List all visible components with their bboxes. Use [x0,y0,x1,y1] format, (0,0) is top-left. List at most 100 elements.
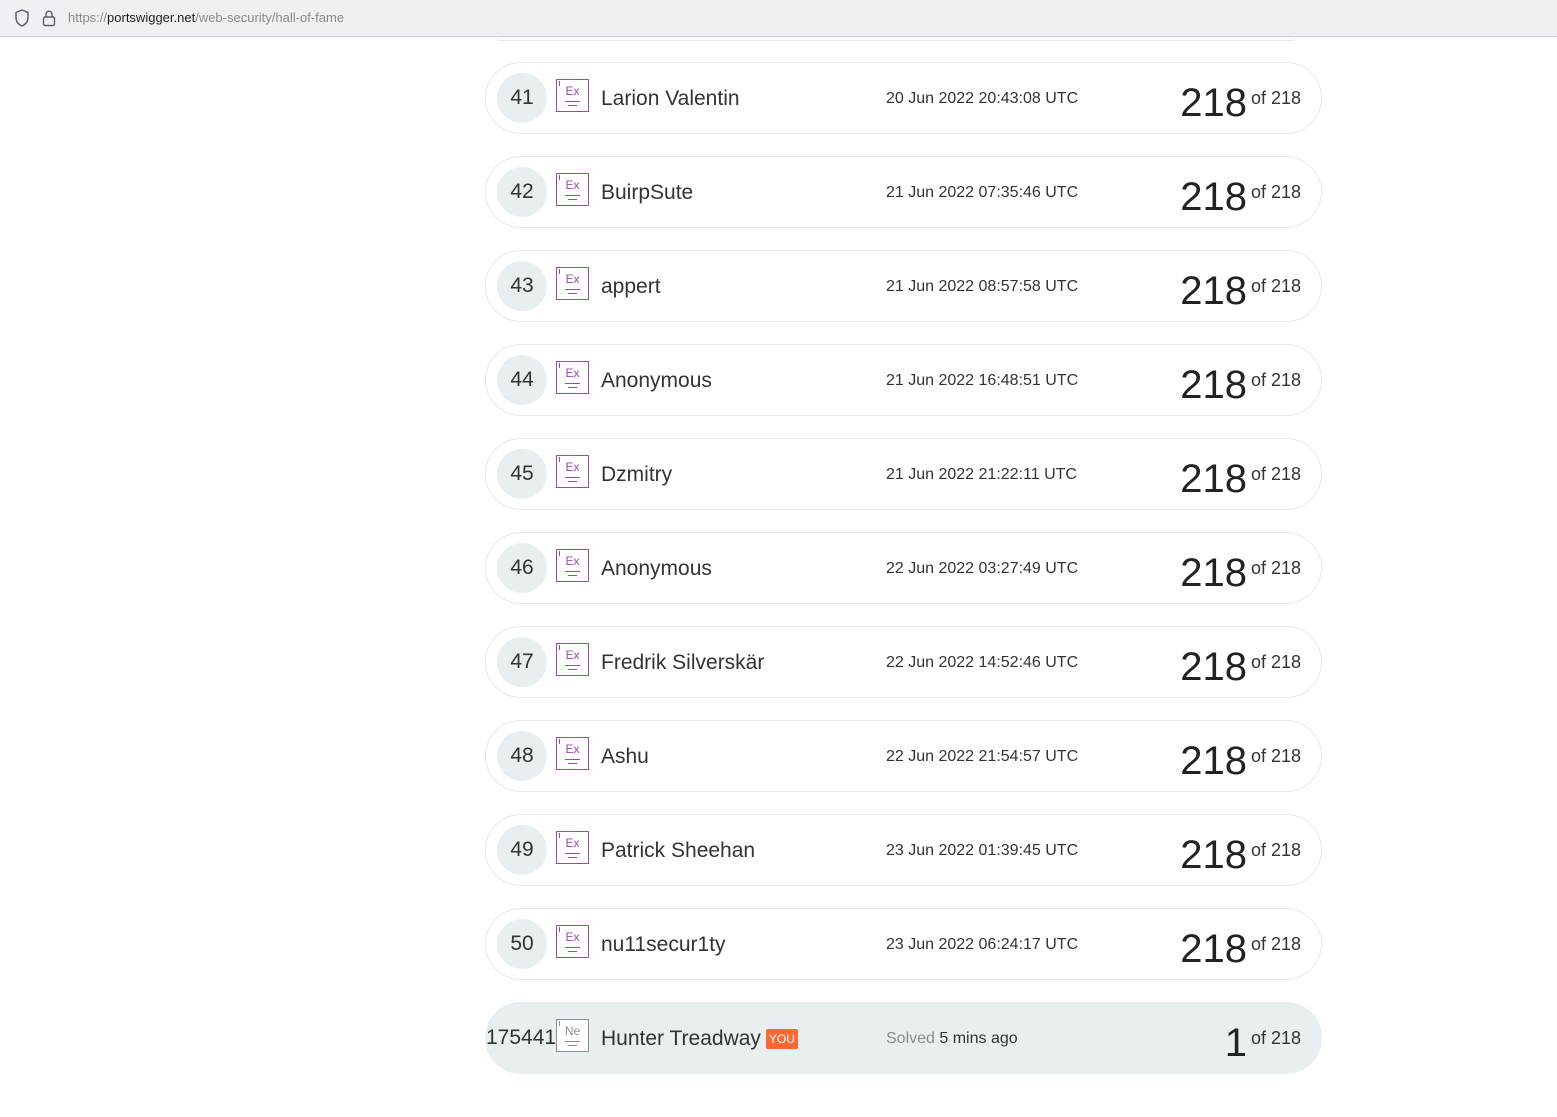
completion-date: 21 Jun 2022 21:22:11 UTC [886,466,1077,483]
leaderboard-row: 42 Ex BuirpSute 21 Jun 2022 07:35:46 UTC… [485,156,1322,228]
expert-badge-icon: Ex [556,455,589,488]
leaderboard-row: 47 Ex Fredrik Silverskär 22 Jun 2022 14:… [485,626,1322,698]
completion-date: 22 Jun 2022 21:54:57 UTC [886,748,1079,765]
rank-number: 46 [497,543,547,593]
solved-count: 218 [1180,833,1247,877]
solved-count: 218 [1180,457,1247,501]
shield-icon[interactable] [14,9,30,27]
user-name: Anonymous [601,557,712,580]
badge-symbol: Ex [565,366,580,380]
solved-count: 1 [1224,1021,1247,1065]
badge-symbol: Ex [565,272,580,286]
leaderboard-row: 50 Ex nu11secur1ty 23 Jun 2022 06:24:17 … [485,908,1322,980]
you-badge: YOU [765,1029,798,1049]
user-name: Fredrik Silverskär [601,651,765,674]
user-name: Hunter Treadway YOU [601,1027,798,1051]
url-scheme: https:// [68,10,108,25]
user-name: Dzmitry [601,463,673,486]
expert-badge-icon: Ex [556,643,589,676]
previous-row-edge [495,37,1297,41]
rank-number: 175441 [486,1026,557,1049]
badge-symbol: Ne [564,1024,581,1038]
url-host: portswigger.net [107,10,196,25]
solved-count: 218 [1180,269,1247,313]
completion-date: 21 Jun 2022 07:35:46 UTC [886,184,1079,201]
user-name: appert [601,275,661,298]
badge-symbol: Ex [565,460,580,474]
total-count: of 218 [1250,464,1301,484]
score: 218 of 218 [1180,263,1301,314]
leaderboard-row: 41 Ex Larion Valentin 20 Jun 2022 20:43:… [485,62,1322,134]
user-name: Larion Valentin [601,87,740,110]
completion-date: 21 Jun 2022 08:57:58 UTC [886,278,1079,295]
total-count: of 218 [1250,276,1301,296]
completion-date: 21 Jun 2022 16:48:51 UTC [886,372,1079,389]
url-text[interactable]: https://portswigger.net/web-security/hal… [68,10,344,26]
solved-count: 218 [1180,927,1247,971]
score: 1 of 218 [1225,1015,1301,1066]
rank-number: 48 [497,731,547,781]
leaderboard-row: 45 Ex Dzmitry 21 Jun 2022 21:22:11 UTC 2… [485,438,1322,510]
total-count: of 218 [1250,1028,1301,1048]
rank-number: 42 [497,167,547,217]
novice-badge-icon: Ne [556,1019,589,1052]
expert-badge-icon: Ex [556,79,589,112]
completion-date: 23 Jun 2022 06:24:17 UTC [886,936,1079,953]
user-name-text: Hunter Treadway [601,1027,761,1050]
expert-badge-icon: Ex [556,831,589,864]
url-path: /web-security/hall-of-fame [195,10,345,25]
total-count: of 218 [1250,558,1301,578]
expert-badge-icon: Ex [556,925,589,958]
user-name: Patrick Sheehan [601,839,756,862]
score: 218 of 218 [1180,921,1301,972]
leaderboard-row: 48 Ex Ashu 22 Jun 2022 21:54:57 UTC 218 o… [485,720,1322,792]
leaderboard-row: 49 Ex Patrick Sheehan 23 Jun 2022 01:39:… [485,814,1322,886]
rank-number: 44 [497,355,547,405]
badge-symbol: Ex [565,554,580,568]
score: 218 of 218 [1180,357,1301,408]
expert-badge-icon: Ex [556,361,589,394]
badge-symbol: Ex [565,84,580,98]
user-name: BuirpSute [601,181,694,204]
user-name: Ashu [601,745,649,768]
solved-count: 218 [1180,363,1247,407]
score: 218 of 218 [1180,639,1301,690]
solved-count: 218 [1180,551,1247,595]
rank-number: 41 [497,73,547,123]
expert-badge-icon: Ex [556,549,589,582]
user-name: nu11secur1ty [601,933,726,956]
solved-count: 218 [1180,81,1247,125]
total-count: of 218 [1250,182,1301,202]
solved-count: 218 [1180,645,1247,689]
badge-symbol: Ex [565,836,580,850]
total-count: of 218 [1250,370,1301,390]
solved-time: Solved 5 mins ago [886,1030,1018,1048]
solved-count: 218 [1180,739,1247,783]
leaderboard-row: 46 Ex Anonymous 22 Jun 2022 03:27:49 UTC… [485,532,1322,604]
user-name: Anonymous [601,369,712,392]
current-user-row: 175441 Ne Hunter Treadway YOU Solved 5 mi… [485,1002,1322,1074]
badge-symbol: Ex [565,930,580,944]
score: 218 of 218 [1180,733,1301,784]
solved-label: Solved [886,1030,935,1047]
rank-number: 49 [497,825,547,875]
rank-number: 45 [497,449,547,499]
completion-date: 22 Jun 2022 03:27:49 UTC [886,560,1079,577]
total-count: of 218 [1250,88,1301,108]
total-count: of 218 [1250,840,1301,860]
score: 218 of 218 [1180,545,1301,596]
badge-symbol: Ex [565,742,580,756]
score: 218 of 218 [1180,451,1301,502]
completion-date: 20 Jun 2022 20:43:08 UTC [886,90,1079,107]
total-count: of 218 [1250,746,1301,766]
score: 218 of 218 [1180,75,1301,126]
expert-badge-icon: Ex [556,173,589,206]
rank-number: 50 [497,919,547,969]
solved-time-value: 5 mins ago [939,1030,1018,1047]
rank-number: 43 [497,261,547,311]
badge-symbol: Ex [565,648,580,662]
browser-address-bar[interactable]: https://portswigger.net/web-security/hal… [0,0,1557,37]
solved-count: 218 [1180,175,1247,219]
lock-icon[interactable] [41,9,57,27]
expert-badge-icon: Ex [556,737,589,770]
